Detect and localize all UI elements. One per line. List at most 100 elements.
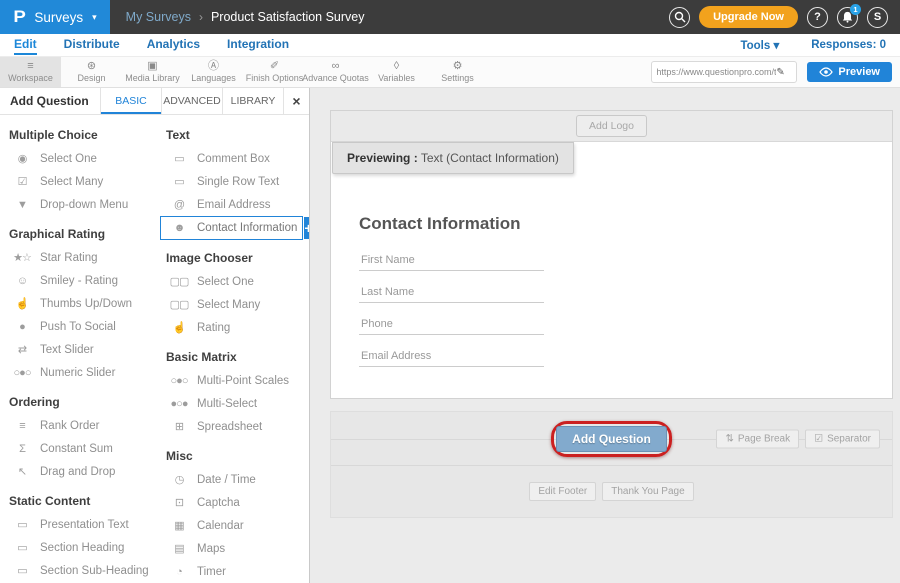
comment-box-icon: ▭ (168, 152, 190, 165)
multi-select-icon: ●○● (168, 398, 190, 410)
drag-cursor-icon: ↖ (11, 465, 33, 478)
toolbar-item-variables[interactable]: ◊ Variables (366, 57, 427, 87)
tab-analytics[interactable]: Analytics (147, 35, 200, 55)
question-type-single-row-text[interactable]: ▭ Single Row Text (157, 170, 309, 193)
question-type-text-slider[interactable]: ⇄ Text Slider (0, 338, 157, 361)
close-icon[interactable]: × (283, 88, 309, 114)
add-logo-button[interactable]: Add Logo (576, 115, 647, 137)
spreadsheet-icon: ⊞ (168, 420, 190, 433)
email-address-field[interactable] (359, 344, 544, 367)
advance-quotas-icon: ∞ (332, 61, 340, 72)
page-break-button[interactable]: ⇅ Page Break (716, 429, 799, 448)
question-type-section-sub-heading[interactable]: ▭ Section Sub-Heading (0, 559, 157, 582)
question-type-multi-select[interactable]: ●○● Multi-Select (157, 392, 309, 415)
first-name-field[interactable] (359, 248, 544, 271)
panel-title: Add Question (0, 88, 100, 114)
toolbar-item-advance-quotas[interactable]: ∞ Advance Quotas (305, 57, 366, 87)
question-type-presentation-text[interactable]: ▭ Presentation Text (0, 513, 157, 536)
question-type-timer[interactable]: ◔ Timer (157, 560, 309, 583)
last-name-field[interactable] (359, 280, 544, 303)
preview-button[interactable]: Preview (807, 62, 892, 82)
edit-url-icon[interactable]: ✎ (776, 67, 784, 78)
tab-edit[interactable]: Edit (14, 35, 37, 55)
toolbar-item-workspace[interactable]: ≡ Workspace (0, 57, 61, 87)
tab-library[interactable]: LIBRARY (222, 88, 283, 114)
question-type-numeric-slider[interactable]: ○●○ Numeric Slider (0, 361, 157, 384)
question-type-constant-sum[interactable]: Σ Constant Sum (0, 437, 157, 460)
edit-footer-button[interactable]: Edit Footer (529, 482, 596, 501)
settings-icon: ⚙ (453, 61, 463, 72)
toolbar-item-design[interactable]: ⊛ Design (61, 57, 122, 87)
question-type-image-select-many[interactable]: ▢▢ Select Many (157, 293, 309, 316)
question-type-dropdown-menu[interactable]: ▼ Drop-down Menu (0, 193, 157, 216)
question-type-thumbs-up-down[interactable]: ☝ Thumbs Up/Down (0, 292, 157, 315)
question-type-image-rating[interactable]: ☝ Rating (157, 316, 309, 339)
question-type-multi-point-scales[interactable]: ○●○ Multi-Point Scales (157, 369, 309, 392)
phone-field[interactable] (359, 312, 544, 335)
avatar[interactable]: S (867, 7, 888, 28)
question-type-date-time[interactable]: ◷ Date / Time (157, 468, 309, 491)
media-library-icon: ▣ (147, 61, 157, 72)
person-icon: ☻ (168, 222, 190, 234)
tab-integration[interactable]: Integration (227, 35, 289, 55)
top-header: P Surveys ▾ My Surveys › Product Satisfa… (0, 0, 900, 34)
separator-button[interactable]: ☑ Separator (805, 429, 880, 448)
question-type-select-one[interactable]: ◉ Select One (0, 147, 157, 170)
question-type-comment-box[interactable]: ▭ Comment Box (157, 147, 309, 170)
notification-badge: 1 (850, 4, 861, 15)
tab-distribute[interactable]: Distribute (64, 35, 120, 55)
toolbar-item-finish-options[interactable]: ✐ Finish Options (244, 57, 305, 87)
survey-url-input[interactable] (656, 67, 776, 77)
section-graphical-rating: Graphical Rating (0, 216, 157, 246)
responses-count[interactable]: Responses: 0 (811, 39, 886, 51)
product-switcher[interactable]: P Surveys ▾ (0, 0, 110, 34)
add-contact-information-button[interactable]: + (304, 217, 309, 239)
search-button[interactable] (669, 7, 690, 28)
image-select-one-icon: ▢▢ (168, 275, 190, 288)
question-type-image-select-one[interactable]: ▢▢ Select One (157, 270, 309, 293)
page-break-icon: ⇅ (725, 433, 733, 444)
tools-menu[interactable]: Tools ▾ (740, 38, 779, 52)
text-slider-icon: ⇄ (11, 343, 33, 356)
star-rating-icon: ★☆ (11, 251, 33, 264)
section-sub-heading-icon: ▭ (11, 564, 33, 577)
tab-basic[interactable]: BASIC (100, 88, 161, 114)
question-type-star-rating[interactable]: ★☆ Star Rating (0, 246, 157, 269)
select-many-icon: ☑ (11, 175, 33, 188)
image-select-many-icon: ▢▢ (168, 298, 190, 311)
thank-you-page-button[interactable]: Thank You Page (602, 482, 693, 501)
add-question-button[interactable]: Add Question (556, 426, 667, 452)
add-question-panel: Add Question BASIC ADVANCED LIBRARY × Mu… (0, 88, 310, 583)
help-button[interactable]: ? (807, 7, 828, 28)
section-static-content: Static Content (0, 483, 157, 513)
question-type-maps[interactable]: ▤ Maps (157, 537, 309, 560)
question-type-rank-order[interactable]: ≡ Rank Order (0, 414, 157, 437)
question-type-section-heading[interactable]: ▭ Section Heading (0, 536, 157, 559)
dropdown-icon: ▼ (11, 199, 33, 211)
toolbar-item-languages[interactable]: Ⓐ Languages (183, 57, 244, 87)
upgrade-now-button[interactable]: Upgrade Now (699, 6, 798, 28)
question-type-email-address[interactable]: @ Email Address (157, 193, 309, 216)
chevron-down-icon: ▾ (92, 12, 97, 23)
toolbar-item-media-library[interactable]: ▣ Media Library (122, 57, 183, 87)
image-rating-icon: ☝ (168, 321, 190, 334)
thumbs-up-icon: ☝ (11, 297, 33, 310)
search-icon (674, 11, 686, 23)
tab-advanced[interactable]: ADVANCED (161, 88, 222, 114)
question-type-drag-and-drop[interactable]: ↖ Drag and Drop (0, 460, 157, 483)
question-type-smiley-rating[interactable]: ☺ Smiley - Rating (0, 269, 157, 292)
date-time-icon: ◷ (168, 473, 190, 486)
notifications-button[interactable]: 1 (837, 7, 858, 28)
question-type-select-many[interactable]: ☑ Select Many (0, 170, 157, 193)
question-type-push-to-social[interactable]: ● Push To Social (0, 315, 157, 338)
breadcrumb-my-surveys[interactable]: My Surveys (126, 10, 191, 24)
toolbar-item-settings[interactable]: ⚙ Settings (427, 57, 488, 87)
question-type-calendar[interactable]: ▦ Calendar (157, 514, 309, 537)
question-type-spreadsheet[interactable]: ⊞ Spreadsheet (157, 415, 309, 438)
question-type-contact-information[interactable]: ☻ Contact Information + (160, 216, 303, 240)
numeric-slider-icon: ○●○ (11, 367, 33, 379)
design-icon: ⊛ (87, 61, 96, 72)
question-type-captcha[interactable]: ⊡ Captcha (157, 491, 309, 514)
section-ordering: Ordering (0, 384, 157, 414)
question-preview-card: Previewing : Text (Contact Information) … (331, 142, 892, 398)
